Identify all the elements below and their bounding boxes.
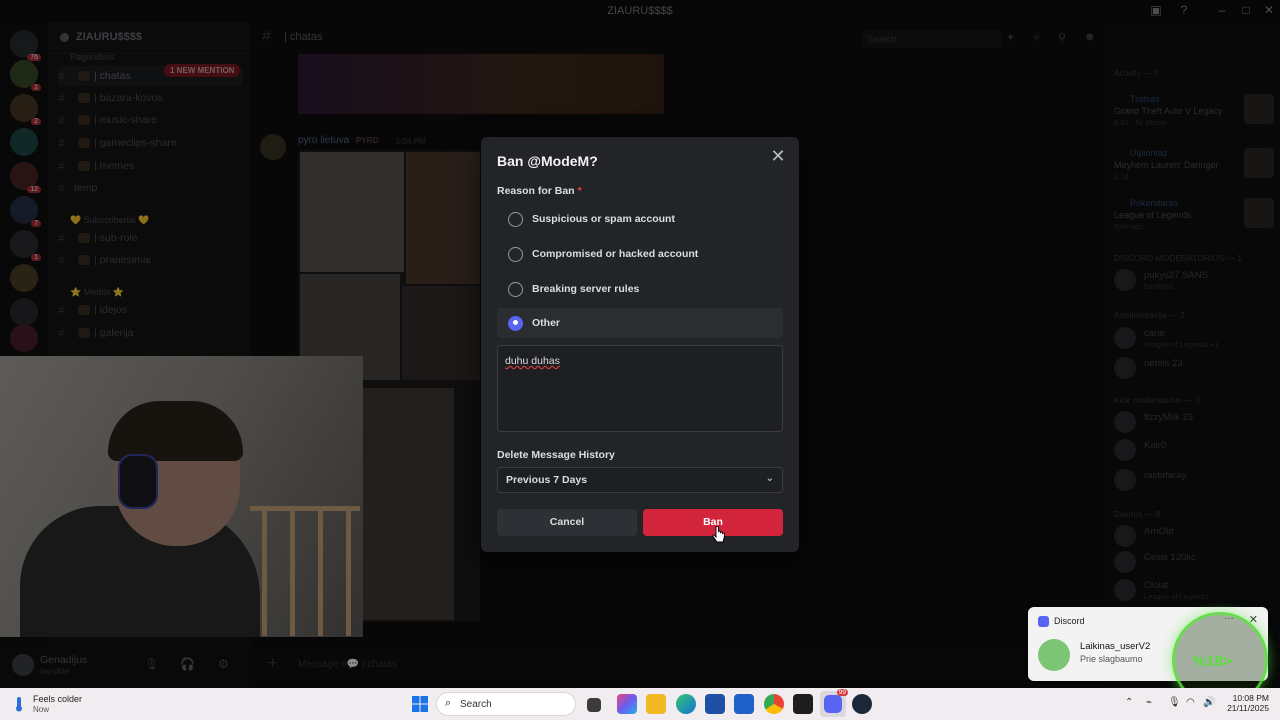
stream-overlay-text: %18> (1193, 653, 1232, 670)
tray-overflow-icon[interactable]: ⌃ (1125, 697, 1133, 708)
taskbar-search[interactable]: ⌕ Search (436, 692, 576, 716)
volume-icon[interactable]: 🔊 (1203, 697, 1215, 708)
store-icon[interactable] (705, 694, 725, 714)
cancel-button[interactable]: Cancel (497, 509, 637, 536)
microphone-icon[interactable]: 🎙 (1168, 697, 1181, 708)
discord-icon (824, 695, 842, 713)
search-icon: ⌕ (445, 697, 452, 709)
taskbar-search-label: Search (460, 699, 492, 710)
reason-option-other[interactable]: Other (497, 308, 783, 338)
file-explorer-icon[interactable] (646, 694, 666, 714)
network-icon[interactable]: ⌁ (1146, 697, 1152, 708)
other-reason-text: duhu duhas (505, 355, 560, 367)
reason-label: Breaking server rules (532, 283, 640, 295)
reason-label: Compromised or hacked account (532, 248, 699, 260)
reason-option-rules[interactable]: Breaking server rules (497, 274, 783, 304)
weather-sub: Now (33, 705, 50, 714)
edge-icon[interactable] (676, 694, 696, 714)
radio-button[interactable] (508, 211, 523, 227)
terminal-app-icon[interactable] (793, 694, 813, 714)
avatar (1038, 639, 1070, 671)
reason-label: Other (532, 317, 561, 329)
reason-option-spam[interactable]: Suspicious or spam account (497, 204, 783, 234)
thermometer-icon[interactable] (12, 696, 26, 712)
history-label: Delete Message History (497, 449, 615, 461)
ban-modal: Ban @ModeM? ✕ Reason for Ban * Suspicious… (481, 137, 799, 552)
toast-title: Laikinas_userV2 (1080, 641, 1151, 652)
copilot-icon[interactable] (617, 694, 637, 714)
windows-start-icon[interactable] (412, 696, 428, 712)
radio-button[interactable] (508, 281, 523, 297)
history-select[interactable]: Previous 7 Days ⌄ (497, 467, 783, 493)
discord-icon (1038, 616, 1049, 627)
chevron-down-icon: ⌄ (765, 473, 774, 484)
clock-time: 10:08 PM (1232, 693, 1269, 703)
modal-title: Ban @ModeM? (497, 153, 598, 169)
weather-title[interactable]: Feels colder (33, 694, 82, 704)
task-view-icon[interactable] (587, 698, 601, 712)
clock-date: 21/11/2025 (1227, 703, 1269, 713)
chrome-icon[interactable] (764, 694, 784, 714)
history-value: Previous 7 Days (506, 474, 588, 486)
required-mark: * (577, 185, 582, 197)
taskbar: Feels colder Now ⌕ Search 99 ⌃ ⌁ 🎙 ◠ 🔊 1… (0, 688, 1280, 720)
radio-button[interactable] (508, 246, 523, 262)
toast-body: Prie slagbaumo (1080, 654, 1143, 664)
outlook-icon[interactable] (734, 694, 754, 714)
clock[interactable]: 10:08 PM 21/11/2025 (1225, 693, 1269, 713)
close-icon[interactable]: ✕ (767, 145, 789, 167)
discord-badge: 99 (836, 689, 848, 696)
other-reason-textarea[interactable]: duhu duhas (497, 345, 783, 432)
steam-icon[interactable] (852, 694, 872, 714)
radio-button-selected[interactable] (508, 315, 523, 331)
reason-label: Suspicious or spam account (532, 213, 675, 225)
reason-label: Reason for Ban * (497, 185, 582, 197)
wifi-icon[interactable]: ◠ (1186, 697, 1195, 708)
hand-cursor-icon (712, 526, 725, 543)
reason-option-compromised[interactable]: Compromised or hacked account (497, 239, 783, 269)
discord-taskbar-button[interactable]: 99 (820, 689, 848, 717)
toast-app-name: Discord (1054, 616, 1085, 626)
